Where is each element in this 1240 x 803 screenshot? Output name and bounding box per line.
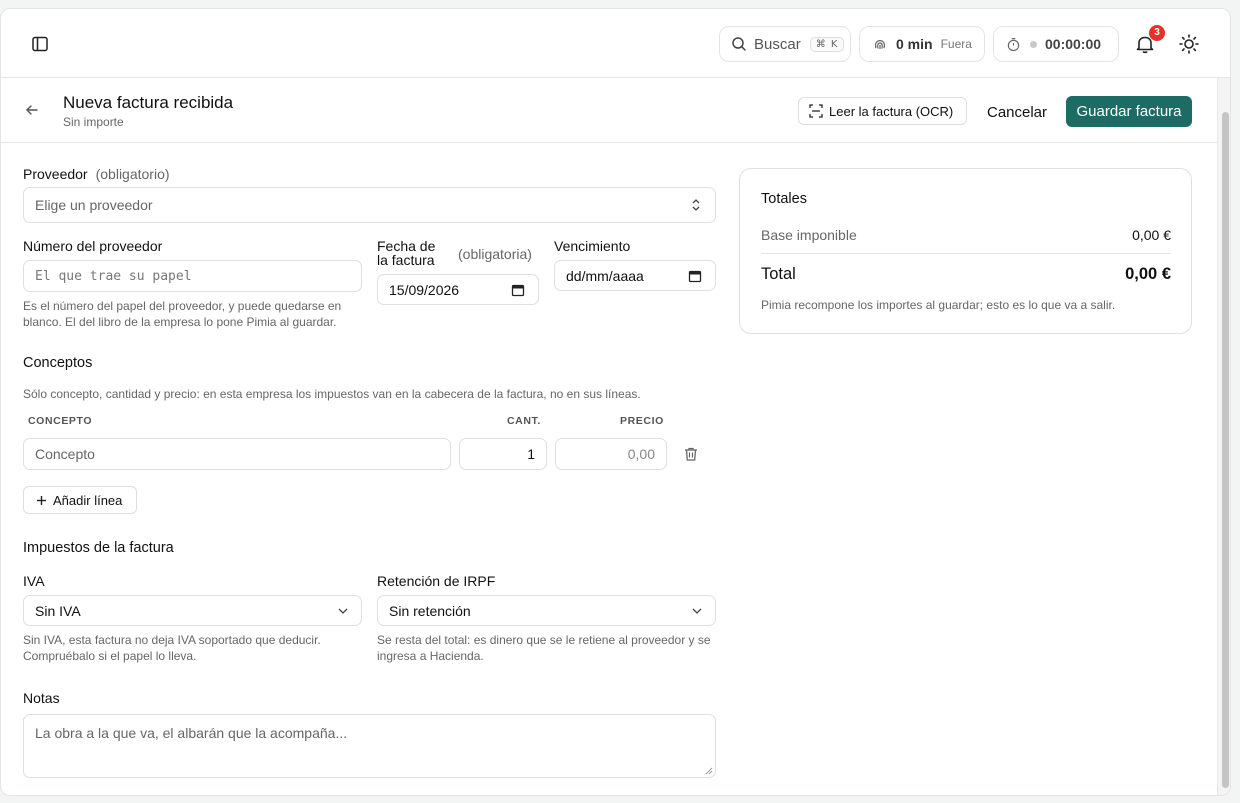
- scrollbar[interactable]: [1217, 78, 1230, 795]
- supplier-number-label: Número del proveedor: [23, 238, 163, 254]
- invoice-date-value: 15/09/2026: [389, 281, 460, 298]
- due-date-placeholder: dd/mm/aaaa: [566, 267, 644, 284]
- notes-placeholder: La obra a la que va, el albarán que la a…: [35, 725, 348, 741]
- supplier-select[interactable]: Elige un proveedor: [23, 187, 716, 223]
- search-icon: [732, 37, 746, 51]
- time-tracker-button[interactable]: 0 min Fuera: [859, 26, 985, 62]
- invoice-date-label: Fecha de la factura: [377, 239, 435, 267]
- supplier-number-input[interactable]: El que trae su papel: [23, 260, 362, 292]
- totals-card: Totales Base imponible 0,00 € Total 0,00…: [739, 168, 1192, 334]
- base-value: 0,00 €: [1132, 227, 1171, 243]
- invoice-date-label-line2: la factura: [377, 252, 435, 268]
- concepts-help: Sólo concepto, cantidad y precio: en est…: [23, 387, 641, 401]
- search-label: Buscar: [754, 35, 801, 53]
- add-line-button[interactable]: Añadir línea: [23, 486, 137, 514]
- notes-textarea[interactable]: La obra a la que va, el albarán que la a…: [23, 714, 716, 778]
- column-qty: CANT.: [507, 415, 541, 427]
- chevron-down-icon: [692, 608, 702, 614]
- time-tracker-status: Fuera: [940, 37, 972, 51]
- price-placeholder: 0,00: [627, 446, 655, 462]
- notes-label: Notas: [23, 690, 60, 706]
- invoice-date-input[interactable]: 15/09/2026: [377, 274, 539, 305]
- ocr-label: Leer la factura (OCR): [829, 103, 954, 119]
- page-header: Nueva factura recibida Sin importe Leer …: [1, 78, 1217, 143]
- timer-status-dot: [1030, 40, 1037, 48]
- search-shortcut: ⌘ K: [809, 36, 845, 52]
- irpf-select[interactable]: Sin retención: [377, 595, 716, 626]
- iva-help: Sin IVA, esta factura no deja IVA soport…: [23, 633, 321, 663]
- sidebar-toggle-icon[interactable]: [31, 35, 49, 53]
- chevron-up-down-icon: [692, 199, 700, 211]
- add-line-label: Añadir línea: [53, 492, 123, 508]
- invoice-date-required: (obligatoria): [458, 246, 532, 262]
- arrow-left-icon[interactable]: [23, 101, 41, 119]
- supplier-placeholder: Elige un proveedor: [35, 197, 153, 213]
- search-button[interactable]: Buscar ⌘ K: [719, 26, 851, 62]
- base-label: Base imponible: [761, 227, 857, 243]
- totals-title: Totales: [761, 191, 807, 207]
- irpf-value: Sin retención: [389, 602, 471, 619]
- page-title: Nueva factura recibida: [63, 93, 234, 112]
- chevron-down-icon: [338, 608, 348, 614]
- top-bar: Buscar ⌘ K 0 min Fuera 00:00:00 3: [1, 9, 1230, 78]
- concepts-title: Conceptos: [23, 355, 93, 371]
- supplier-label: Proveedor (obligatorio): [23, 166, 170, 182]
- totals-divider: [761, 253, 1171, 254]
- due-date-label: Vencimiento: [554, 238, 631, 254]
- supplier-number-placeholder: El que trae su papel: [35, 268, 192, 284]
- irpf-help: Se resta del total: es dinero que se le …: [377, 633, 711, 663]
- iva-select[interactable]: Sin IVA: [23, 595, 362, 626]
- supplier-label-text: Proveedor: [23, 166, 88, 182]
- app-window: Buscar ⌘ K 0 min Fuera 00:00:00 3 Nueva …: [0, 8, 1231, 796]
- due-date-input[interactable]: dd/mm/aaaa: [554, 260, 716, 291]
- calendar-icon[interactable]: [511, 283, 525, 297]
- page-subtitle: Sin importe: [63, 115, 124, 129]
- iva-label: IVA: [23, 573, 45, 589]
- timer-button[interactable]: 00:00:00: [993, 26, 1119, 62]
- cancel-button[interactable]: Cancelar: [976, 97, 1058, 127]
- column-price: PRECIO: [620, 415, 664, 427]
- price-input[interactable]: 0,00: [555, 438, 667, 470]
- calendar-icon[interactable]: [688, 269, 702, 283]
- supplier-number-help: Es el número del papel del proveedor, y …: [23, 299, 342, 329]
- trash-icon[interactable]: [683, 446, 699, 462]
- supplier-required: (obligatorio): [95, 166, 170, 182]
- qty-input[interactable]: 1: [459, 438, 547, 470]
- fingerprint-icon: [874, 39, 886, 49]
- time-tracker-value: 0 min: [896, 36, 933, 52]
- stopwatch-icon: [1007, 37, 1020, 51]
- qty-value: 1: [527, 446, 535, 462]
- total-label: Total: [761, 265, 796, 283]
- save-invoice-button[interactable]: Guardar factura: [1066, 96, 1192, 127]
- resize-handle-icon[interactable]: [705, 767, 713, 775]
- plus-icon: [37, 495, 46, 505]
- scan-icon: [809, 104, 823, 118]
- concept-placeholder: Concepto: [35, 446, 95, 462]
- iva-value: Sin IVA: [35, 602, 81, 619]
- timer-value: 00:00:00: [1045, 36, 1102, 52]
- ocr-button[interactable]: Leer la factura (OCR): [798, 97, 967, 125]
- taxes-title: Impuestos de la factura: [23, 540, 174, 556]
- column-concept: CONCEPTO: [28, 415, 93, 427]
- scrollbar-thumb[interactable]: [1222, 112, 1229, 788]
- irpf-label: Retención de IRPF: [377, 573, 496, 589]
- totals-note: Pimia recompone los importes al guardar;…: [761, 298, 1116, 312]
- concept-input[interactable]: Concepto: [23, 438, 451, 470]
- invoice-date-label-line1: Fecha de: [377, 238, 436, 254]
- notification-badge: 3: [1149, 25, 1165, 41]
- sun-icon[interactable]: [1178, 33, 1200, 55]
- total-value: 0,00 €: [1125, 265, 1171, 283]
